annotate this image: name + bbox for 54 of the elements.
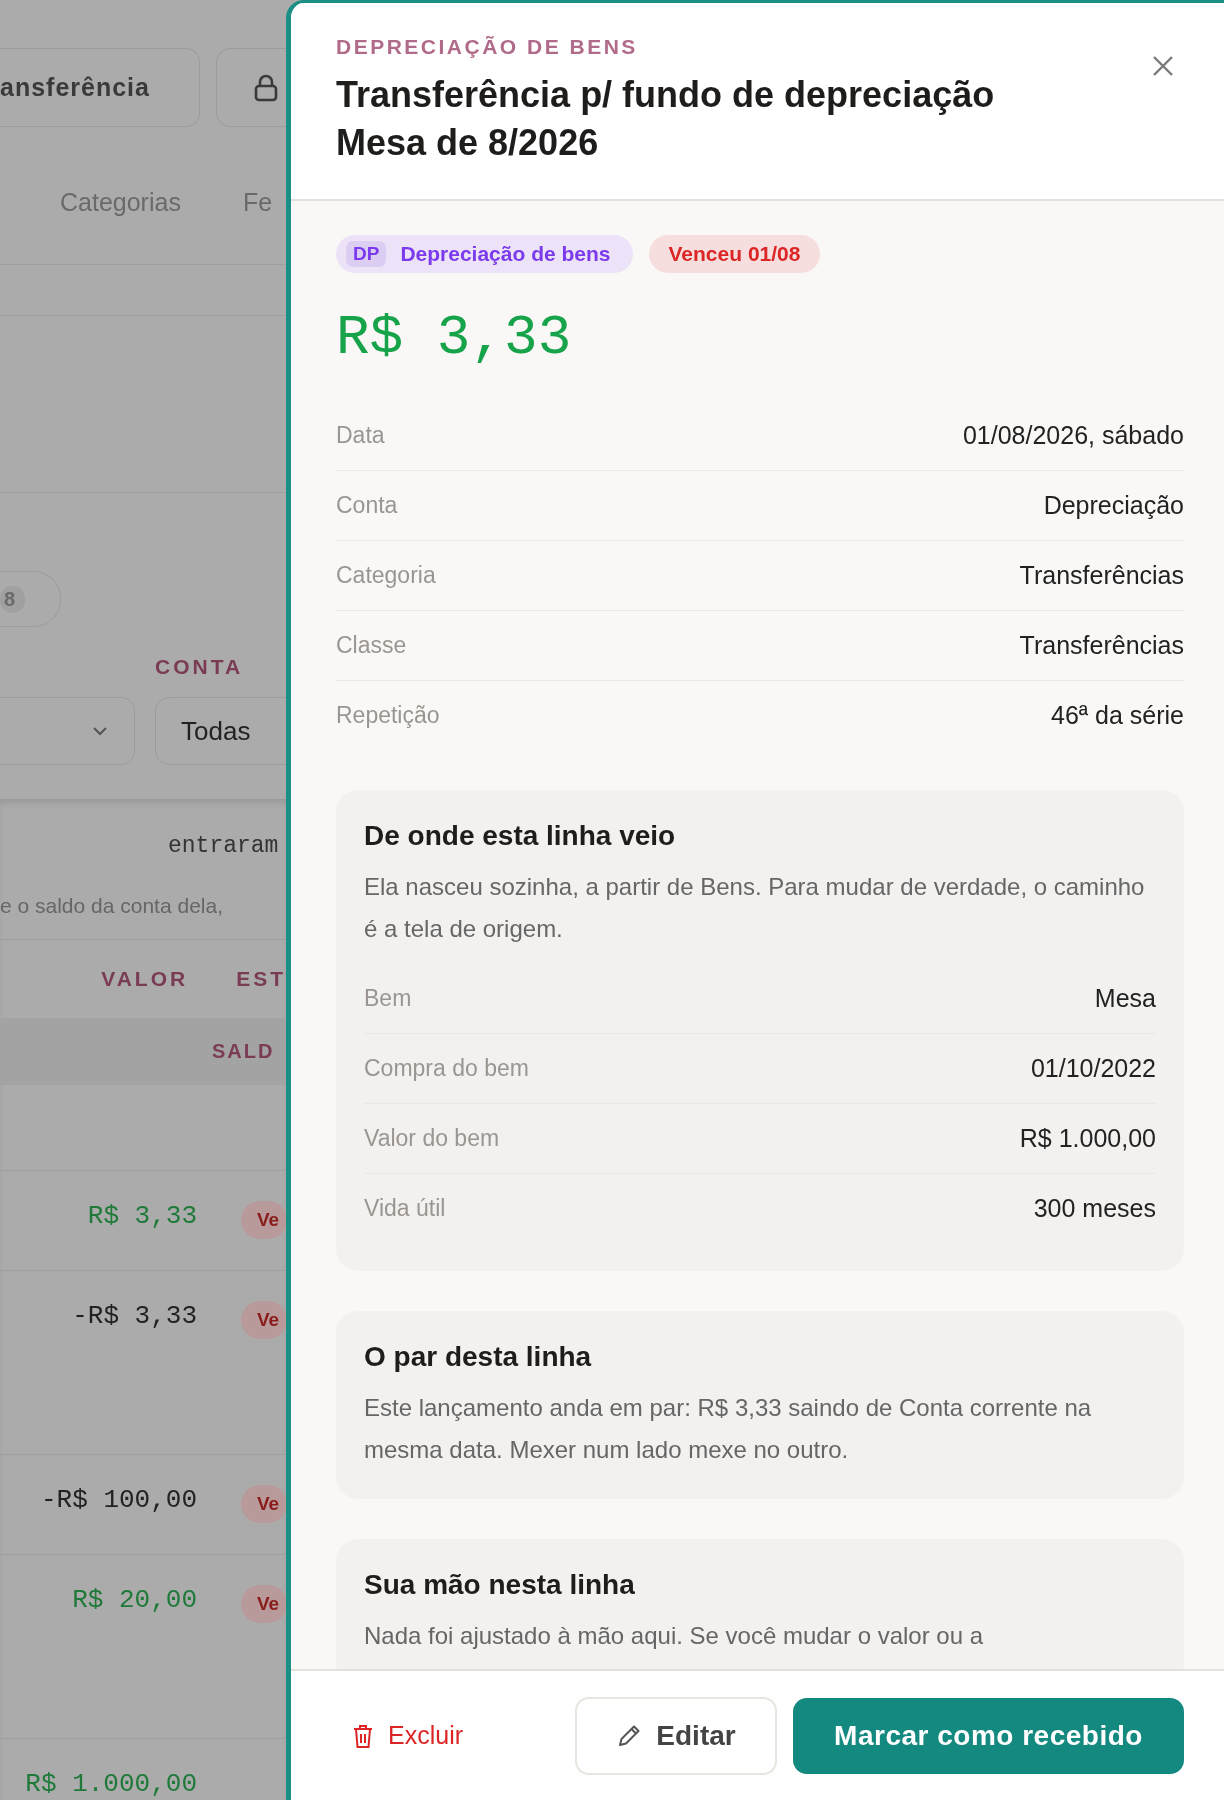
detail-label: Conta	[336, 492, 398, 519]
amount-cell-text: R$ 20,00	[71, 1585, 197, 1615]
drawer-kicker: DEPRECIAÇÃO DE BENS	[336, 35, 639, 59]
trash-icon	[352, 1722, 374, 1749]
detail-label: Compra do bem	[364, 1055, 529, 1082]
card-title: Sua mão nesta linha	[364, 1569, 636, 1601]
detail-label: Categoria	[336, 562, 436, 589]
card-text: Nada foi ajustado à mão aqui. Se você mudar o valor ou a	[364, 1621, 985, 1651]
card-text: Este lançamento anda em par: R$ 3,33 saindo de Conta corrente na mesma data. Mexer num lado mexe no outro.	[364, 1393, 1093, 1465]
card-text: Ela nasceu sozinha, a partir de Bens. Para mudar de verdade, o caminho é a tela de origem.	[364, 872, 1146, 944]
amount-cell-text: -R$ 100,00	[39, 1485, 197, 1515]
detail-value: 01/08/2026, sábado	[962, 421, 1184, 450]
detail-label: Vida útil	[364, 1195, 446, 1222]
category-code: DP	[346, 241, 387, 267]
detail-label: Valor do bem	[364, 1125, 500, 1152]
card-title: De onde esta linha veio	[364, 820, 677, 852]
status-badge: Ve	[241, 1485, 286, 1523]
detail-label: Data	[336, 422, 385, 449]
amount-value: R$ 3,33	[336, 305, 573, 372]
status-badge: Ve	[241, 1201, 286, 1239]
detail-value: Depreciação	[1043, 491, 1184, 520]
status-chip: Venceu 01/08	[648, 235, 821, 273]
select-field[interactable]	[0, 697, 135, 765]
delete-button[interactable]: Excluir	[336, 1711, 479, 1760]
detail-label: Classe	[336, 632, 407, 659]
detail-value: 01/10/2022	[1030, 1054, 1156, 1083]
detail-value: Transferências	[1019, 631, 1184, 660]
close-icon	[1152, 55, 1174, 77]
detail-value: Transferências	[1019, 561, 1184, 590]
detail-value: 300 meses	[1033, 1194, 1156, 1223]
mark-received-button[interactable]: Marcar como recebido	[793, 1697, 1184, 1774]
status-badge: Ve	[241, 1585, 286, 1623]
amount-cell-text: R$ 3,33	[86, 1201, 197, 1231]
category-label: Depreciação de bens	[400, 242, 611, 266]
detail-label: Bem	[364, 985, 412, 1012]
note-text: entraram	[168, 833, 279, 859]
amount-cell-text: R$ 1.000,00	[24, 1769, 197, 1799]
amount-cell-text: -R$ 3,33	[71, 1301, 197, 1331]
detail-value: Mesa	[1094, 984, 1156, 1013]
filter-label: CONTA	[155, 655, 244, 679]
column-header: VALOR	[100, 967, 189, 991]
lock-icon	[253, 73, 279, 102]
detail-value: 46ª da série	[1051, 701, 1184, 730]
status-badge: Ve	[241, 1301, 286, 1339]
column-header: EST	[236, 967, 286, 991]
transfer-button[interactable]: ansferência	[0, 48, 200, 127]
edit-button[interactable]: Editar	[575, 1696, 777, 1775]
detail-value: R$ 1.000,00	[1019, 1124, 1156, 1153]
group-header: SALD	[212, 1040, 275, 1063]
drawer-title: Transferência p/ fundo de depreciação Mesa de 8/2026	[336, 73, 995, 165]
chevron-icon	[92, 726, 108, 736]
note-text: e o saldo da conta dela,	[0, 894, 223, 917]
detail-label: Repetição	[336, 702, 440, 729]
card-title: O par desta linha	[364, 1341, 593, 1373]
